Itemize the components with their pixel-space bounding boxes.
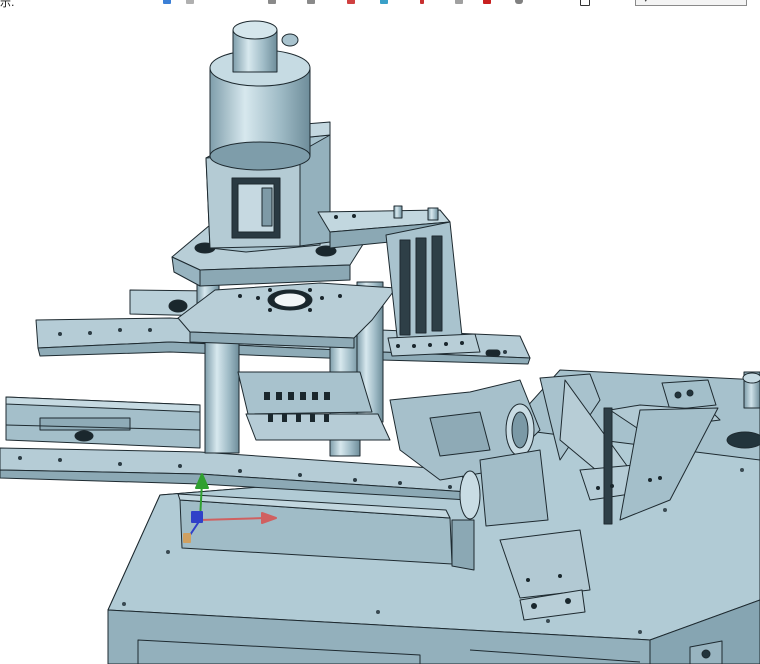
sheet-icon[interactable]: [455, 0, 463, 4]
toolbar: 示. ▾: [0, 0, 760, 10]
left-linear-module: [5, 396, 201, 449]
record-icon[interactable]: [483, 0, 491, 4]
view-icon[interactable]: [163, 0, 171, 4]
chevron-down-icon: ▾: [644, 0, 648, 4]
cad-viewport[interactable]: [0, 0, 760, 664]
marker-icon[interactable]: [420, 0, 424, 4]
color-icon[interactable]: [347, 0, 355, 4]
filter-dropdown[interactable]: ▾: [635, 0, 747, 6]
layer-icon[interactable]: [380, 0, 388, 4]
rotate-icon[interactable]: [268, 0, 276, 4]
display-icon[interactable]: [307, 0, 315, 4]
pen-icon[interactable]: [186, 0, 194, 4]
status-text: 示.: [0, 0, 15, 9]
servo-motor: [209, 20, 311, 171]
checkbox-icon[interactable]: [580, 0, 590, 6]
settings-icon[interactable]: [515, 0, 523, 4]
